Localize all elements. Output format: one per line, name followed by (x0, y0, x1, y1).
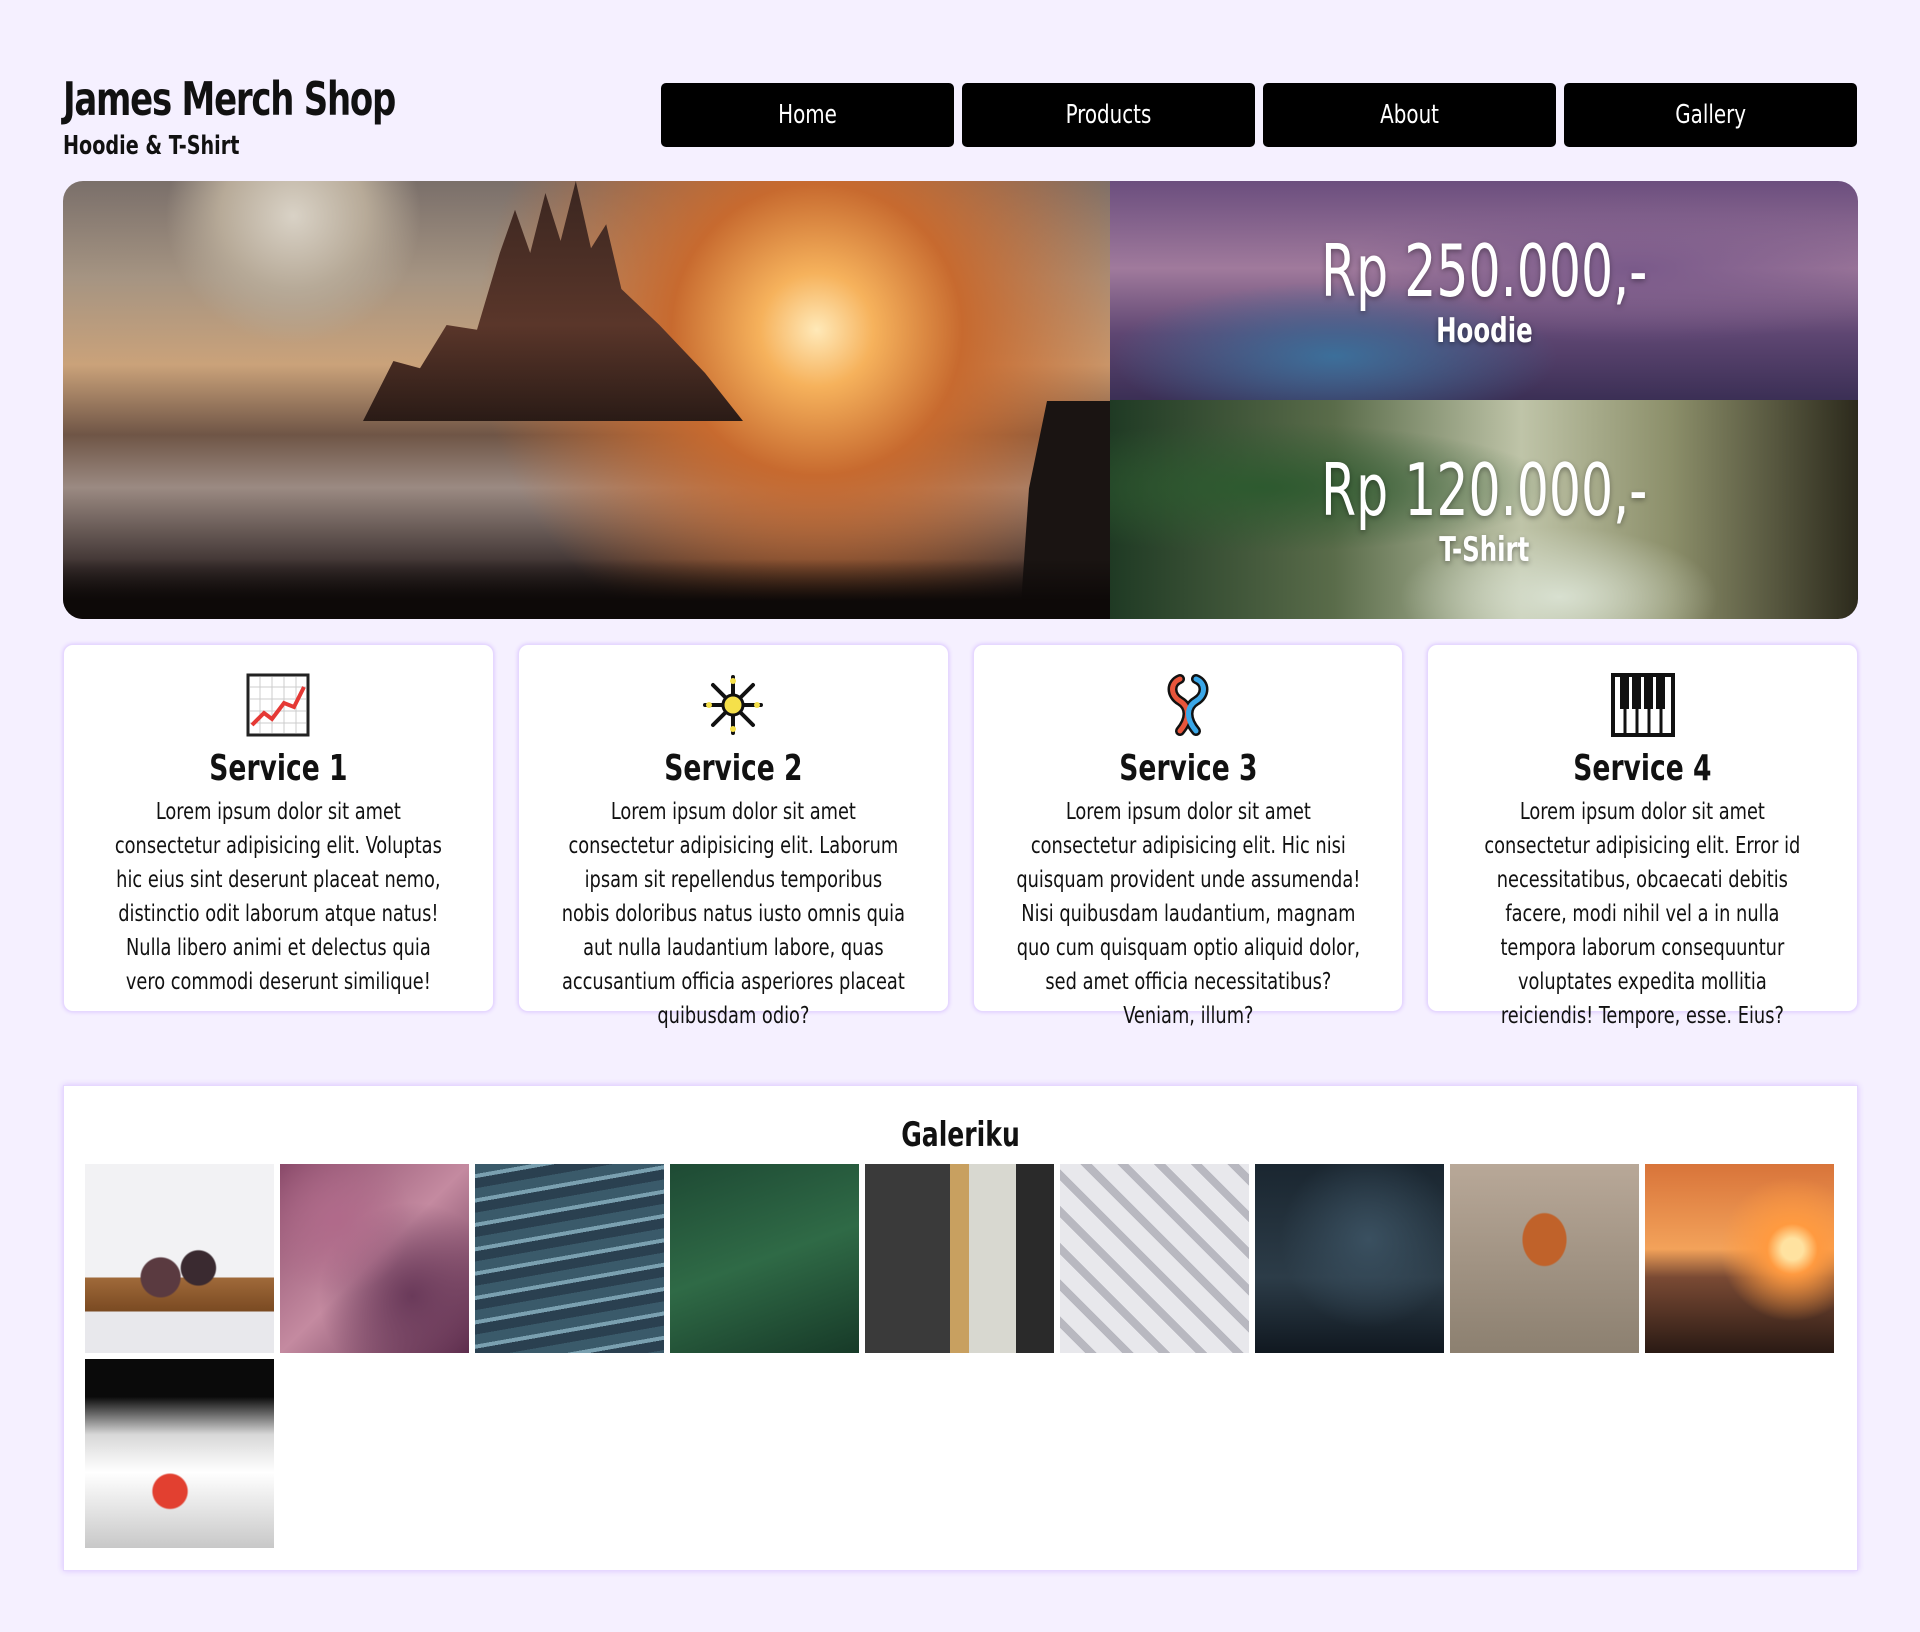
gallery-section: Galeriku (63, 1085, 1858, 1571)
gallery-thumb[interactable] (85, 1164, 274, 1353)
gallery-thumb[interactable] (865, 1164, 1054, 1353)
tshirt-label: T-Shirt (1438, 529, 1530, 570)
gallery-grid (85, 1164, 1845, 1548)
service-title: Service 4 (1573, 748, 1712, 789)
castle-silhouette (363, 181, 743, 421)
gallery-thumb[interactable] (1450, 1164, 1639, 1353)
brand-title: James Merch Shop (63, 72, 396, 126)
nav-gallery-button[interactable]: Gallery (1564, 83, 1857, 147)
gallery-thumb[interactable] (85, 1359, 274, 1548)
gallery-thumb[interactable] (1645, 1164, 1834, 1353)
main-nav: Home Products About Gallery (661, 83, 1857, 147)
service-card-4: Service 4 Lorem ipsum dolor sit amet con… (1427, 644, 1858, 1029)
hoodie-price: Rp 250.000,- (1320, 228, 1648, 313)
gallery-title: Galeriku (901, 1115, 1020, 1155)
piano-keys-icon (1610, 673, 1675, 737)
site-header: James Merch Shop Hoodie & T-Shirt Home P… (63, 70, 1858, 170)
chart-increasing-icon (246, 673, 310, 737)
tshirt-offer[interactable]: Rp 120.000,- T-Shirt (1110, 400, 1858, 619)
gallery-thumb[interactable] (280, 1164, 469, 1353)
hoodie-offer[interactable]: Rp 250.000,- Hoodie (1110, 181, 1858, 400)
service-card-1: Service 1 Lorem ipsum dolor sit amet con… (63, 644, 494, 1012)
hoodie-label: Hoodie (1435, 310, 1533, 351)
service-description: Lorem ipsum dolor sit amet consectetur a… (1484, 799, 1801, 1029)
nav-products-button[interactable]: Products (962, 83, 1255, 147)
service-description: Lorem ipsum dolor sit amet consectetur a… (114, 799, 442, 995)
knot-icon (1167, 674, 1209, 736)
service-description: Lorem ipsum dolor sit amet consectetur a… (561, 799, 905, 1029)
sparkler-icon (703, 675, 764, 735)
gallery-thumb[interactable] (1060, 1164, 1249, 1353)
gallery-thumb[interactable] (670, 1164, 859, 1353)
shore-shadow (63, 559, 1110, 619)
nav-about-label: About (1380, 100, 1439, 130)
nav-products-label: Products (1065, 100, 1152, 130)
services-row: Service 1 Lorem ipsum dolor sit amet con… (63, 644, 1858, 1029)
service-description: Lorem ipsum dolor sit amet consectetur a… (1015, 799, 1360, 1029)
service-card-2: Service 2 Lorem ipsum dolor sit amet con… (517, 644, 949, 1029)
tshirt-price: Rp 120.000,- (1320, 447, 1648, 532)
hero-main-image (63, 181, 1110, 619)
nav-about-button[interactable]: About (1263, 83, 1556, 147)
service-title: Service 1 (209, 748, 348, 789)
service-title: Service 3 (1118, 748, 1257, 789)
nav-gallery-label: Gallery (1675, 100, 1746, 130)
service-card-3: Service 3 Lorem ipsum dolor sit amet con… (972, 644, 1404, 1029)
gallery-thumb[interactable] (1255, 1164, 1444, 1353)
nav-home-label: Home (778, 100, 837, 130)
brand-subtitle: Hoodie & T-Shirt (63, 131, 240, 161)
hero-banner: Rp 250.000,- Hoodie Rp 120.000,- T-Shirt (63, 181, 1858, 619)
brand: James Merch Shop Hoodie & T-Shirt (63, 70, 468, 164)
nav-home-button[interactable]: Home (661, 83, 954, 147)
gallery-thumb[interactable] (475, 1164, 664, 1353)
service-title: Service 2 (664, 748, 803, 789)
